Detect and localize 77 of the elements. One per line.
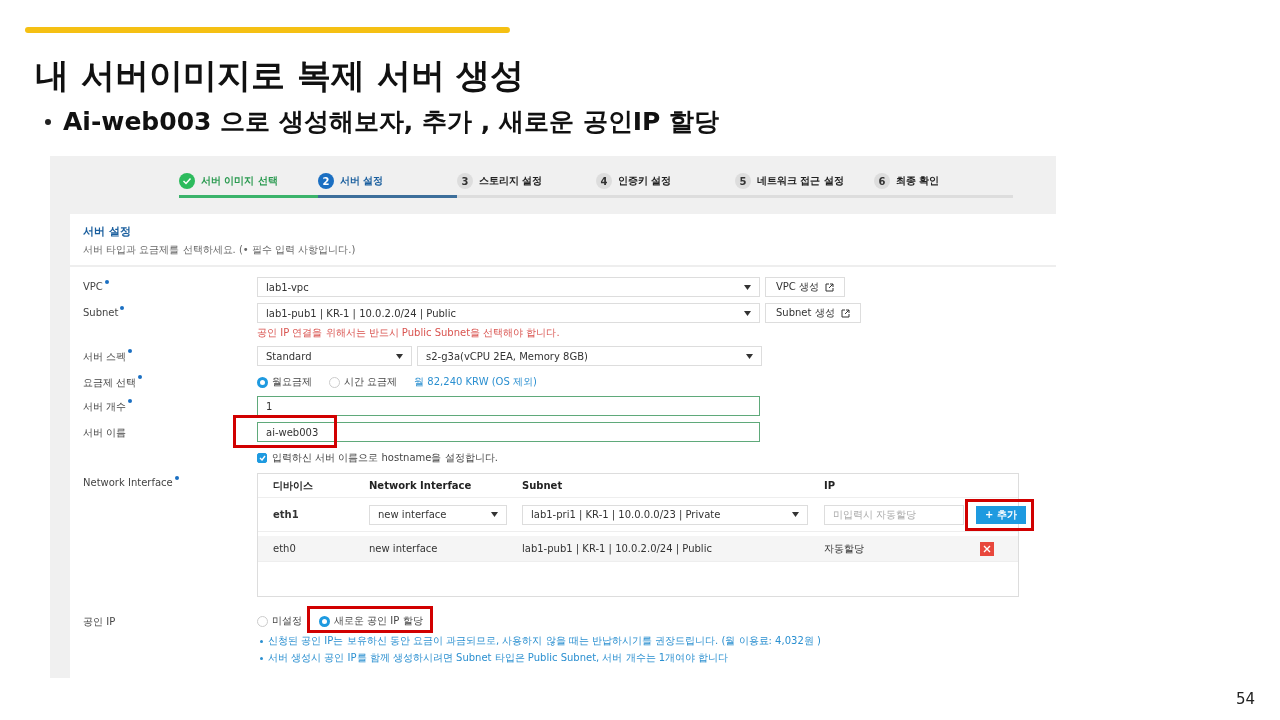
radio-option[interactable]: 시간 요금제 bbox=[329, 375, 398, 389]
caret-icon bbox=[746, 353, 753, 359]
external-link-icon bbox=[840, 308, 850, 318]
dropdown[interactable]: lab1-pub1 | KR-1 | 10.0.2.0/24 | Public bbox=[257, 303, 760, 323]
required-dot bbox=[128, 349, 133, 353]
table-cell-text: lab1-pub1 | KR-1 | 10.0.2.0/24 | Public bbox=[522, 543, 713, 554]
dropdown[interactable]: Standard bbox=[257, 346, 412, 366]
caret-icon bbox=[792, 512, 799, 517]
check-icon bbox=[179, 173, 195, 189]
step-number: 4 bbox=[596, 173, 612, 189]
field-label: Network Interface bbox=[83, 473, 257, 488]
radio-button[interactable] bbox=[319, 615, 330, 627]
required-dot bbox=[174, 476, 179, 480]
slide-title: 내 서버이미지로 복제 서버 생성 bbox=[35, 54, 526, 97]
field-label: VPC bbox=[83, 277, 257, 292]
ip-field[interactable]: 미입력시 자동할당 bbox=[824, 504, 964, 525]
caret-icon bbox=[396, 353, 403, 359]
column-header: Network Interface bbox=[369, 480, 473, 491]
radio-button[interactable] bbox=[257, 615, 268, 627]
text-field[interactable]: 1 bbox=[257, 396, 760, 416]
required-dot bbox=[120, 306, 125, 310]
required-dot bbox=[128, 399, 133, 403]
field-label: 서버 개수 bbox=[83, 396, 257, 414]
step-number: 5 bbox=[735, 173, 751, 189]
error-message: 공인 IP 연결을 위해서는 반드시 Public Subnet을 선택해야 합니다. bbox=[257, 326, 561, 340]
table-cell-text: eth1 bbox=[273, 509, 300, 520]
radio-option[interactable]: 미설정 bbox=[257, 614, 302, 628]
field-label: 공인 IP bbox=[83, 615, 117, 629]
price-note: 월 82,240 KRW (OS 제외) bbox=[414, 375, 537, 389]
table-cell-text: new interface bbox=[369, 543, 439, 554]
column-header: 디바이스 bbox=[273, 478, 314, 493]
column-header: IP bbox=[824, 480, 837, 491]
table-cell-text: eth0 bbox=[273, 543, 297, 554]
text-field[interactable]: ai-web003 bbox=[257, 422, 760, 442]
section-description: 서버 타입과 요금제를 선택하세요. (• 필수 입력 사항입니다.) bbox=[83, 243, 357, 257]
field-label: 서버 스펙 bbox=[83, 346, 257, 364]
column-header: Subnet bbox=[522, 480, 564, 491]
field-label: 요금제 선택 bbox=[83, 372, 257, 390]
dropdown[interactable]: new interface bbox=[369, 504, 507, 525]
section-title: 서버 설정 bbox=[83, 224, 132, 239]
wizard-step[interactable]: 3 스토리지 설정 bbox=[457, 172, 596, 198]
wizard-step[interactable]: 6 최종 확인 bbox=[874, 172, 1013, 198]
create-button[interactable]: VPC 생성 bbox=[765, 277, 846, 297]
field-label: Subnet bbox=[83, 303, 257, 318]
required-dot bbox=[138, 375, 143, 379]
bullet-dot bbox=[45, 118, 51, 125]
wizard-step[interactable]: 2 서버 설정 bbox=[318, 172, 457, 198]
radio-option[interactable]: 월요금제 bbox=[257, 375, 312, 389]
required-dot bbox=[104, 280, 109, 284]
create-button[interactable]: Subnet 생성 bbox=[765, 303, 861, 323]
checkbox[interactable] bbox=[257, 453, 267, 463]
radio-option[interactable]: 새로운 공인 IP 할당 bbox=[319, 614, 423, 628]
close-icon bbox=[983, 544, 991, 553]
wizard-step[interactable]: 4 인증키 설정 bbox=[596, 172, 735, 198]
step-number: 6 bbox=[874, 173, 890, 189]
table-cell-text: 자동할당 bbox=[824, 541, 865, 556]
step-number: 2 bbox=[318, 173, 334, 189]
dropdown[interactable]: s2-g3a(vCPU 2EA, Memory 8GB) bbox=[417, 346, 762, 366]
info-note: 서버 생성시 공인 IP를 함께 생성하시려면 Subnet 타입은 Public Subnet, 서버 개수는 1개여야 합니다 bbox=[268, 651, 729, 665]
caret-icon bbox=[744, 310, 751, 316]
page-number: 54 bbox=[1235, 690, 1255, 708]
step-number: 3 bbox=[457, 173, 473, 189]
radio-button[interactable] bbox=[257, 376, 268, 388]
caret-icon bbox=[491, 512, 498, 517]
checkbox-label: 입력하신 서버 이름으로 hostname을 설정합니다. bbox=[272, 451, 498, 465]
field-label: 서버 이름 bbox=[83, 426, 128, 440]
bullet-text: Ai-web003 으로 생성해보자, 추가 , 새로운 공인IP 할당 bbox=[63, 106, 719, 138]
radio-button[interactable] bbox=[329, 376, 340, 388]
caret-icon bbox=[744, 284, 751, 290]
bullet-dot bbox=[260, 656, 263, 660]
wizard-step[interactable]: 5 네트워크 접근 설정 bbox=[735, 172, 874, 198]
dropdown[interactable]: lab1-vpc bbox=[257, 277, 760, 297]
dropdown[interactable]: lab1-pri1 | KR-1 | 10.0.0.0/23 | Private bbox=[522, 504, 808, 525]
delete-button[interactable] bbox=[980, 541, 994, 556]
bullet-dot bbox=[260, 639, 263, 643]
external-link-icon bbox=[825, 282, 835, 292]
info-note: 신청된 공인 IP는 보유하신 동안 요금이 과금되므로, 사용하지 않을 때는 반납하시기를 권장드립니다. (월 이용료: 4,032원 ) bbox=[268, 634, 821, 648]
